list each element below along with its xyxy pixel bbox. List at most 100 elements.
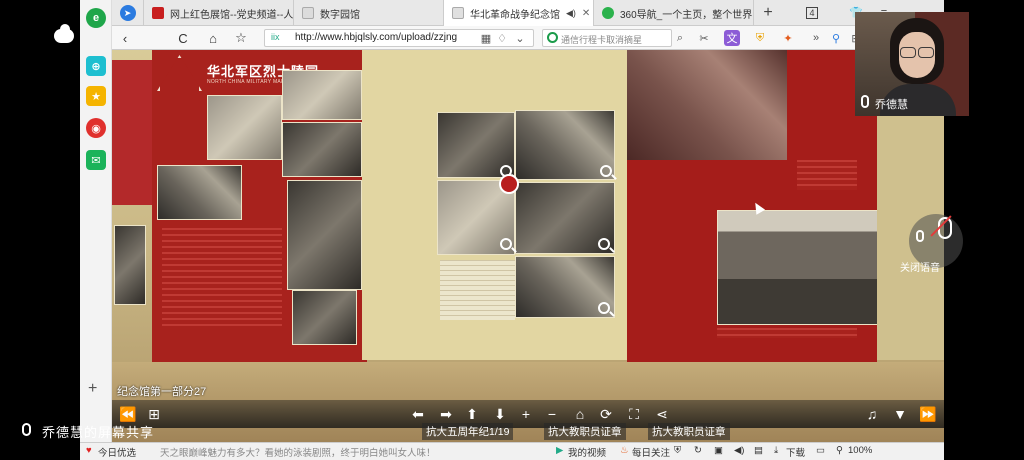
hotspot-icon[interactable] bbox=[499, 174, 519, 194]
ie-logo-icon[interactable]: e bbox=[86, 8, 106, 28]
browser-menu-button[interactable]: ➤ bbox=[112, 0, 144, 26]
fullscreen-icon[interactable]: ⛶ bbox=[624, 404, 644, 424]
exhibit-text bbox=[717, 328, 857, 338]
more-icon[interactable]: » bbox=[808, 30, 824, 46]
photo[interactable] bbox=[627, 50, 787, 160]
sound-icon[interactable]: ◀) bbox=[734, 445, 744, 456]
bookmark-star-button[interactable]: ☆ bbox=[232, 29, 250, 47]
mail-icon[interactable]: ✉ bbox=[86, 150, 106, 170]
dropdown-icon[interactable]: ▼ bbox=[890, 404, 910, 424]
weibo-icon[interactable]: ◉ bbox=[86, 118, 106, 138]
tab-bar: ➤ 网上红色展馆--党史频道--人民 数字园馆 华北革命战争纪念馆 ◀) ✕ 3… bbox=[112, 0, 944, 26]
exhibit-panel-center bbox=[362, 50, 627, 360]
shield-icon[interactable]: ♢ bbox=[494, 30, 510, 46]
arrow-up-icon[interactable]: ⬆ bbox=[462, 404, 482, 424]
fast-forward-icon[interactable]: ⏩ bbox=[918, 404, 938, 424]
shield-guard-icon[interactable]: ⛨ bbox=[752, 30, 768, 46]
tab-digital-museum[interactable]: 数字园馆 bbox=[294, 0, 444, 26]
screen-share-label: 乔德慧的屏幕共享 bbox=[42, 426, 155, 441]
zoom-level[interactable]: 100% bbox=[848, 445, 872, 456]
status-badge[interactable]: 今日优选 bbox=[98, 445, 136, 459]
zoom-in-icon[interactable] bbox=[600, 165, 612, 177]
back-button[interactable]: ‹ bbox=[116, 29, 134, 47]
rotate-icon[interactable]: ⟳ bbox=[596, 404, 616, 424]
tab-huabei-museum[interactable]: 华北革命战争纪念馆 ◀) ✕ bbox=[444, 0, 594, 26]
tab-label: 数字园馆 bbox=[320, 9, 360, 21]
home-icon[interactable]: ⌂ bbox=[570, 404, 590, 424]
close-tab-icon[interactable]: ✕ bbox=[582, 8, 590, 19]
screen-icon[interactable]: ▭ bbox=[816, 445, 825, 456]
participant-video[interactable]: 乔德慧 bbox=[855, 12, 969, 116]
apps-icon[interactable]: ⊕ bbox=[86, 56, 106, 76]
photo[interactable] bbox=[717, 210, 895, 325]
hotspot-label[interactable]: 抗大教职员证章 bbox=[648, 423, 730, 440]
image-icon[interactable]: ▣ bbox=[714, 445, 723, 456]
video-link[interactable]: 我的视频 bbox=[568, 445, 606, 459]
home-button[interactable]: ⌂ bbox=[204, 29, 222, 47]
follow-link[interactable]: 每日关注 bbox=[632, 445, 670, 459]
mute-label: 关闭语音 bbox=[900, 263, 940, 274]
tab-count-badge[interactable]: 4 bbox=[782, 0, 842, 25]
monument-logo-icon bbox=[157, 55, 202, 91]
tab-label: 华北革命战争纪念馆 bbox=[470, 9, 560, 21]
news-link[interactable]: 天之眼巅峰魅力有多大？看她的泳装剧照，终于明白她叫女人味！ bbox=[160, 445, 436, 459]
renmin-favicon-icon bbox=[152, 7, 164, 19]
speaker-icon[interactable]: ◀) bbox=[566, 8, 576, 19]
share-icon[interactable]: ⋖ bbox=[652, 404, 672, 424]
reload-button[interactable]: C bbox=[174, 29, 192, 47]
compass-icon: ➤ bbox=[119, 5, 136, 21]
zoom-in-icon[interactable] bbox=[598, 238, 610, 250]
zoom-out-button[interactable]: − bbox=[542, 404, 562, 424]
search-input[interactable]: 通信行程卡取消摘星 bbox=[542, 29, 672, 47]
hotspot-labels: 抗大五周年纪1/19 抗大教职员证章 抗大教职员证章 bbox=[112, 422, 944, 442]
sidebar-add-icon[interactable]: + bbox=[88, 380, 97, 398]
photo[interactable] bbox=[114, 225, 146, 305]
360-favicon-icon bbox=[602, 7, 614, 19]
url-prefix: iix bbox=[271, 32, 280, 42]
star-icon[interactable]: ★ bbox=[86, 86, 106, 106]
photo[interactable] bbox=[282, 70, 362, 120]
scissors-icon[interactable]: ✂ bbox=[696, 30, 712, 46]
zoom-in-button[interactable]: + bbox=[516, 404, 536, 424]
arrow-right-icon[interactable]: ➡ bbox=[436, 404, 456, 424]
photo[interactable] bbox=[207, 95, 282, 160]
translate-icon[interactable]: 文 bbox=[724, 30, 740, 46]
tab-360[interactable]: 360导航_一个主页，整个世界 bbox=[594, 0, 754, 26]
search-icon[interactable]: ⌕ bbox=[672, 30, 688, 46]
music-icon[interactable]: ♫ bbox=[862, 404, 882, 424]
zoom-in-icon[interactable] bbox=[598, 302, 610, 314]
zoom-in-icon[interactable] bbox=[500, 238, 512, 250]
video-icon: ▶ bbox=[556, 445, 564, 456]
hotspot-label[interactable]: 抗大教职员证章 bbox=[544, 423, 626, 440]
layout-icon[interactable]: ▤ bbox=[754, 445, 763, 456]
thumbnails-icon[interactable]: ⊞ bbox=[144, 404, 164, 424]
game-icon[interactable]: ✦ bbox=[780, 30, 796, 46]
photo[interactable] bbox=[292, 290, 357, 345]
microphone-icon bbox=[916, 230, 924, 242]
hotspot-label[interactable]: 抗大五周年纪1/19 bbox=[422, 423, 514, 440]
arrow-left-icon[interactable]: ⬅ bbox=[408, 404, 428, 424]
photo[interactable] bbox=[157, 165, 242, 220]
shield-status-icon[interactable]: ⛨ bbox=[674, 445, 681, 456]
photo[interactable] bbox=[282, 122, 362, 177]
exhibit-text bbox=[797, 160, 857, 190]
download-link[interactable]: 下载 bbox=[786, 445, 805, 459]
microphone-icon bbox=[861, 95, 869, 108]
new-tab-button[interactable]: + bbox=[754, 0, 782, 25]
reader-icon[interactable]: ▦ bbox=[478, 30, 494, 46]
exhibit-panel-left: 华北军区烈士陵园 NORTH CHINA MILITARY MARTYRS CE… bbox=[152, 50, 367, 362]
arrow-down-icon[interactable]: ⬇ bbox=[490, 404, 510, 424]
screen: e ⊕ ★ ◉ ✉ + ➤ 网上红色展馆--党史频道--人民 数字园馆 华北革命… bbox=[0, 0, 1024, 460]
chevron-down-icon[interactable]: ⌄ bbox=[512, 30, 528, 46]
page-favicon-icon bbox=[302, 7, 314, 19]
tab-renmin[interactable]: 网上红色展馆--党史频道--人民 bbox=[144, 0, 294, 26]
museum-viewer[interactable]: 华北军区烈士陵园 NORTH CHINA MILITARY MARTYRS CE… bbox=[112, 50, 944, 442]
tab-label: 360导航_一个主页，整个世界 bbox=[620, 9, 753, 21]
glasses-icon bbox=[900, 47, 934, 58]
magnify-status-icon: ⚲ bbox=[836, 445, 843, 456]
magnifier-icon[interactable]: ⚲ bbox=[828, 30, 844, 46]
tab-label: 网上红色展馆--党史频道--人民 bbox=[170, 9, 294, 21]
photo[interactable] bbox=[287, 180, 362, 290]
rewind-icon[interactable]: ⏪ bbox=[118, 404, 138, 424]
speed-icon[interactable]: ↻ bbox=[694, 445, 702, 456]
